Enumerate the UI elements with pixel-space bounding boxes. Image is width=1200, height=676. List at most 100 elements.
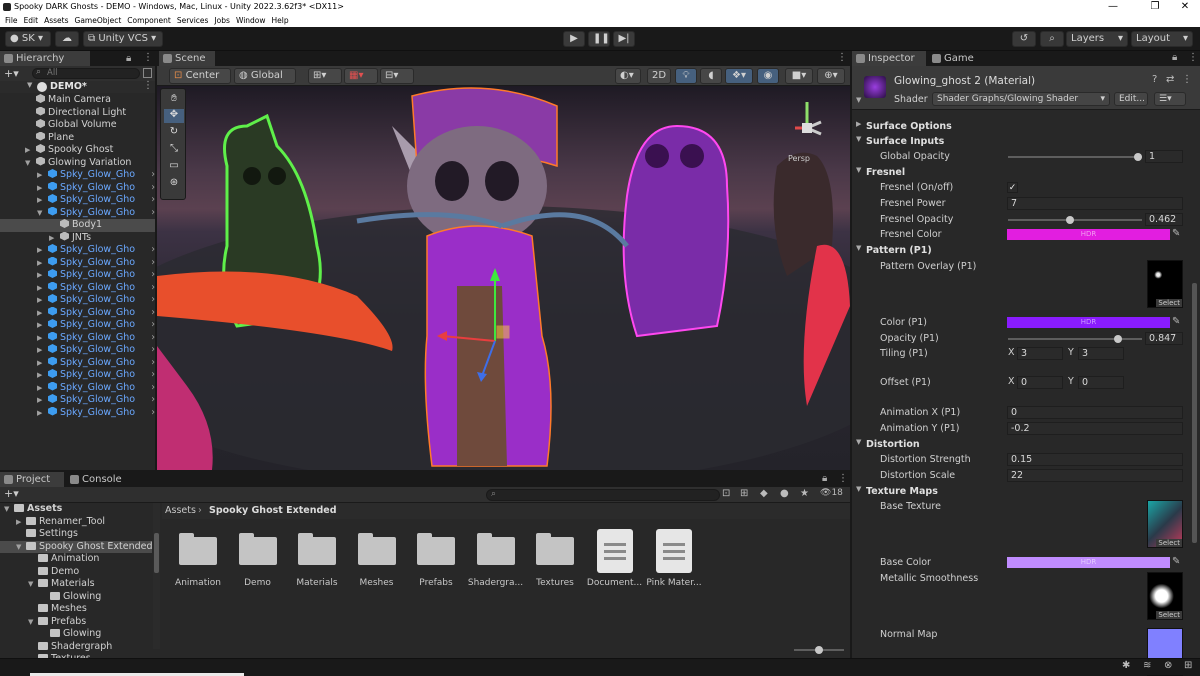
- fold-arrow-icon[interactable]: ▶: [37, 357, 42, 370]
- chevron-right-icon[interactable]: ›: [151, 394, 155, 407]
- hierarchy-item[interactable]: ▶ Spky_Glow_Gho ›: [0, 331, 155, 345]
- chevron-right-icon[interactable]: ›: [151, 332, 155, 345]
- offset-x[interactable]: 0: [1017, 376, 1063, 389]
- distortion-scale-value[interactable]: 22: [1007, 469, 1183, 482]
- hierarchy-item[interactable]: ▼ Glowing Variation: [0, 156, 155, 170]
- scale-tool-icon[interactable]: ⤡: [164, 143, 184, 157]
- menu-item-component[interactable]: Component: [127, 16, 171, 25]
- hierarchy-search-input[interactable]: ⌕ All: [32, 67, 140, 79]
- fold-arrow-icon[interactable]: ▶: [37, 169, 42, 182]
- project-tree-item[interactable]: Demo: [0, 566, 152, 579]
- more-icon[interactable]: ⋮: [143, 52, 153, 63]
- asset-item[interactable]: Shadergra...: [463, 527, 529, 588]
- menu-item-assets[interactable]: Assets: [44, 16, 68, 25]
- project-tree-item[interactable]: Settings: [0, 528, 152, 541]
- global-opacity-slider[interactable]: [1008, 156, 1142, 158]
- tab-scene[interactable]: Scene: [159, 51, 215, 66]
- fold-arrow-icon[interactable]: ▶: [37, 344, 42, 357]
- fresnel-opacity-slider-knob[interactable]: [1065, 216, 1074, 224]
- eyedropper-icon[interactable]: ✎: [1172, 556, 1180, 567]
- chevron-right-icon[interactable]: ›: [151, 244, 155, 257]
- search-by-type-icon[interactable]: ⊡: [722, 488, 730, 499]
- breadcrumb-assets[interactable]: Assets: [165, 505, 196, 516]
- fold-arrow-icon[interactable]: ▼: [4, 503, 9, 516]
- fold-arrow-icon[interactable]: ▼: [856, 244, 861, 252]
- move-tool-icon[interactable]: ✥: [164, 109, 184, 123]
- chevron-right-icon[interactable]: ›: [151, 194, 155, 207]
- animation-x-value[interactable]: 0: [1007, 406, 1183, 419]
- fold-arrow-icon[interactable]: ▶: [16, 516, 21, 529]
- tree-scroll-thumb[interactable]: [154, 533, 159, 573]
- fold-arrow-icon[interactable]: ▶: [856, 120, 861, 128]
- metallic-texture-thumbnail[interactable]: Select: [1147, 572, 1183, 620]
- menu-item-help[interactable]: Help: [272, 16, 289, 25]
- hierarchy-item[interactable]: ▶ Spooky Ghost: [0, 144, 155, 157]
- fold-arrow-icon[interactable]: ▶: [37, 407, 42, 420]
- fold-arrow-icon[interactable]: ▶: [37, 394, 42, 407]
- hierarchy-item[interactable]: Main Camera: [0, 94, 155, 107]
- chevron-right-icon[interactable]: ›: [151, 182, 155, 195]
- project-tree-item[interactable]: Animation: [0, 553, 152, 566]
- fold-arrow-icon[interactable]: ▼: [28, 578, 33, 591]
- opacity-p1-slider-knob[interactable]: [1113, 335, 1122, 343]
- layers-dropdown[interactable]: Layers ▾: [1066, 31, 1128, 47]
- asset-item[interactable]: Pink Mater...: [641, 527, 707, 588]
- chevron-right-icon[interactable]: ›: [151, 369, 155, 382]
- project-tree-item[interactable]: Glowing: [0, 591, 152, 604]
- project-tree-item[interactable]: Glowing: [0, 628, 152, 641]
- shader-options-button[interactable]: ☰▾: [1154, 92, 1186, 106]
- collab-icon[interactable]: ⊞: [1184, 660, 1192, 671]
- project-tree-item[interactable]: Shadergraph: [0, 641, 152, 654]
- lock-icon[interactable]: 🔒︎: [822, 473, 827, 484]
- color-p1-swatch[interactable]: HDR: [1007, 317, 1170, 328]
- menu-item-window[interactable]: Window: [236, 16, 266, 25]
- breadcrumb-current[interactable]: Spooky Ghost Extended: [209, 505, 337, 516]
- search-button[interactable]: ⌕: [1040, 31, 1064, 47]
- project-tree-item[interactable]: ▶ Renamer_Tool: [0, 516, 152, 529]
- pivot-dropdown[interactable]: ⊡ Center ▾: [169, 68, 231, 95]
- field-fresnel[interactable]: Fresnel: [866, 165, 905, 180]
- fresnel-color-swatch[interactable]: HDR: [1007, 229, 1170, 240]
- fold-arrow-icon[interactable]: ▶: [37, 307, 42, 320]
- ruler-button[interactable]: ⊟▾: [380, 68, 414, 84]
- hierarchy-item[interactable]: ▼ Spky_Glow_Gho ›: [0, 206, 155, 220]
- hierarchy-item[interactable]: ▶ Spky_Glow_Gho ›: [0, 319, 155, 332]
- opacity-p1-slider[interactable]: [1008, 338, 1142, 340]
- lock-icon[interactable]: 🔒︎: [126, 53, 131, 64]
- favorite-star-icon[interactable]: ★: [800, 488, 809, 499]
- fold-arrow-icon[interactable]: ▶: [37, 319, 42, 332]
- project-tree-item[interactable]: ▼ Spooky Ghost Extended: [0, 540, 152, 553]
- lock-icon[interactable]: 🔒︎: [1172, 52, 1177, 63]
- menu-item-jobs[interactable]: Jobs: [214, 16, 229, 25]
- effects-toggle[interactable]: ❖▾: [725, 68, 753, 84]
- fold-arrow-icon[interactable]: ▶: [37, 382, 42, 395]
- global-opacity-value[interactable]: 1: [1145, 150, 1183, 163]
- add-button[interactable]: +▾: [4, 487, 19, 500]
- more-icon[interactable]: ⋮: [838, 473, 848, 484]
- orientation-gizmo[interactable]: Persp: [777, 94, 837, 166]
- hand-tool-icon[interactable]: ✋︎: [164, 93, 184, 107]
- fold-arrow-icon[interactable]: ▼: [28, 616, 33, 629]
- fold-arrow-icon[interactable]: ▶: [37, 257, 42, 270]
- fold-arrow-icon[interactable]: ▶: [37, 369, 42, 382]
- menu-item-gameobject[interactable]: GameObject: [75, 16, 122, 25]
- project-tree-item[interactable]: ▼ Materials: [0, 578, 152, 591]
- preset-icon[interactable]: ⇄: [1166, 74, 1174, 85]
- global-opacity-slider-knob[interactable]: [1133, 153, 1142, 161]
- chevron-right-icon[interactable]: ›: [151, 407, 155, 420]
- tab-inspector[interactable]: Inspector: [852, 51, 926, 66]
- fold-arrow-icon[interactable]: ▶: [37, 182, 42, 195]
- shader-edit-button[interactable]: Edit...: [1114, 92, 1148, 106]
- chevron-right-icon[interactable]: ›: [151, 269, 155, 282]
- fold-arrow-icon[interactable]: ▶: [37, 282, 42, 295]
- fold-arrow-icon[interactable]: ▼: [856, 485, 861, 493]
- hierarchy-item[interactable]: Body1: [0, 219, 155, 232]
- hierarchy-item[interactable]: ▶ JNTs: [0, 231, 155, 245]
- warning-icon[interactable]: ●: [780, 488, 789, 499]
- select-button[interactable]: Select: [1156, 611, 1182, 619]
- tab-game[interactable]: Game: [928, 51, 988, 66]
- chevron-right-icon[interactable]: ›: [151, 294, 155, 307]
- tiling-x[interactable]: 3: [1017, 347, 1063, 360]
- hierarchy-item[interactable]: Global Volume: [0, 119, 155, 132]
- field-surface-options[interactable]: Surface Options: [866, 119, 952, 134]
